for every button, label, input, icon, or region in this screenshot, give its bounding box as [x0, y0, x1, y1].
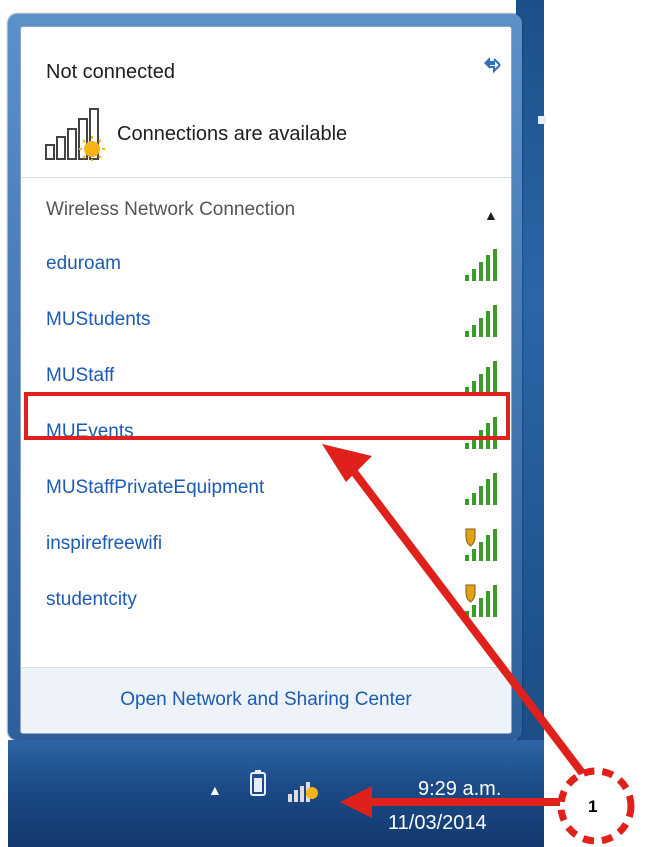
arrow-to-network [338, 453, 590, 781]
annotation-arrows [322, 444, 590, 818]
step-number: 1 [588, 797, 598, 816]
arrowhead [340, 786, 372, 818]
arrowhead [322, 444, 372, 482]
